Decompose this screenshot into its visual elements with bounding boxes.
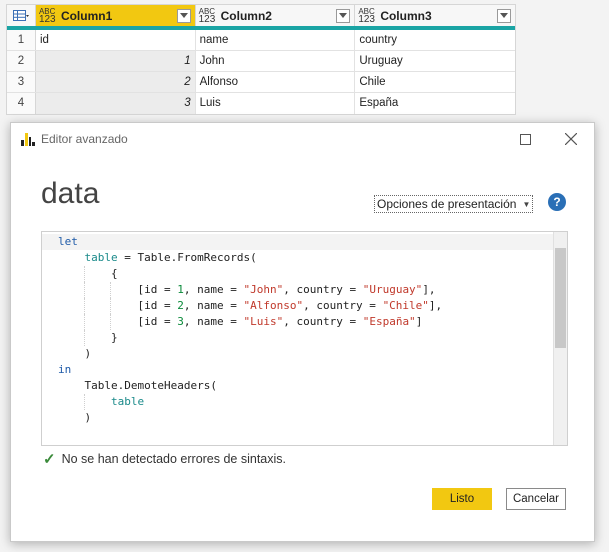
maximize-icon[interactable] bbox=[502, 123, 548, 155]
column-header-3[interactable]: ABC 123 Column3 bbox=[355, 5, 515, 26]
table-row[interactable]: 2 1 John Uruguay bbox=[7, 51, 515, 72]
code-line: let bbox=[42, 234, 553, 250]
data-grid: ABC 123 Column1 ABC 123 Column2 ABC 123 Col… bbox=[6, 4, 516, 115]
code-line: in bbox=[58, 363, 72, 376]
code-line: [id = 2, name = "Alfonso", country = "Ch… bbox=[42, 298, 553, 314]
code-line: ) bbox=[84, 411, 92, 424]
chevron-down-icon: ▼ bbox=[522, 199, 531, 209]
dropdown-icon[interactable] bbox=[336, 8, 351, 23]
done-button[interactable]: Listo bbox=[432, 488, 492, 510]
table-cell[interactable]: Luis bbox=[196, 93, 356, 114]
cancel-button[interactable]: Cancelar bbox=[506, 488, 566, 510]
status-text: No se han detectado errores de sintaxis. bbox=[61, 452, 287, 466]
display-options-label: Opciones de presentación bbox=[377, 197, 517, 211]
dropdown-icon[interactable] bbox=[497, 8, 511, 23]
minimize-icon[interactable] bbox=[456, 123, 502, 155]
editor-scrollbar[interactable] bbox=[553, 232, 567, 445]
query-name: data bbox=[41, 177, 100, 210]
grid-header: ABC 123 Column1 ABC 123 Column2 ABC 123 Col… bbox=[7, 5, 515, 30]
table-cell[interactable]: 2 bbox=[35, 72, 196, 92]
column-name: Column3 bbox=[380, 8, 432, 23]
display-options-dropdown[interactable]: Opciones de presentación ▼ bbox=[374, 195, 534, 213]
scrollbar-thumb[interactable] bbox=[555, 248, 566, 348]
table-cell[interactable]: Uruguay bbox=[355, 51, 515, 71]
code-line: ) bbox=[84, 347, 92, 360]
code-editor[interactable]: let table = Table.FromRecords( { [id = 1… bbox=[41, 231, 568, 446]
dialog-title: Editor avanzado bbox=[41, 132, 128, 146]
table-cell[interactable]: Chile bbox=[355, 72, 515, 92]
row-number: 4 bbox=[7, 93, 36, 114]
type-badge: ABC 123 bbox=[358, 6, 375, 25]
column-name: Column1 bbox=[60, 8, 113, 23]
close-icon[interactable] bbox=[548, 123, 594, 155]
code-line: } bbox=[42, 330, 553, 346]
table-row[interactable]: 3 2 Alfonso Chile bbox=[7, 72, 515, 93]
code-text[interactable]: let table = Table.FromRecords( { [id = 1… bbox=[42, 232, 553, 426]
row-number: 2 bbox=[7, 51, 36, 71]
help-icon[interactable]: ? bbox=[548, 193, 566, 211]
type-badge: ABC 123 bbox=[38, 6, 56, 25]
code-line: table bbox=[42, 394, 553, 410]
code-line: [id = 1, name = "John", country = "Urugu… bbox=[42, 282, 553, 298]
title-bar[interactable]: Editor avanzado bbox=[11, 123, 594, 155]
table-row[interactable]: 4 3 Luis España bbox=[7, 93, 515, 114]
table-cell[interactable]: country bbox=[355, 30, 515, 50]
row-number: 3 bbox=[7, 72, 36, 92]
code-line: { bbox=[42, 266, 553, 282]
code-line: Table.DemoteHeaders( bbox=[84, 379, 217, 392]
type-badge: ABC 123 bbox=[198, 6, 216, 25]
table-cell[interactable]: id bbox=[36, 30, 196, 50]
column-header-2[interactable]: ABC 123 Column2 bbox=[196, 5, 356, 26]
advanced-editor-dialog: Editor avanzado data Opciones de present… bbox=[10, 122, 595, 542]
column-name: Column2 bbox=[220, 8, 272, 23]
table-cell[interactable]: España bbox=[355, 93, 515, 114]
syntax-status: ✓ No se han detectado errores de sintaxi… bbox=[43, 450, 286, 468]
table-cell[interactable]: John bbox=[196, 51, 356, 71]
table-cell[interactable]: Alfonso bbox=[196, 72, 356, 92]
table-cell[interactable]: 3 bbox=[35, 93, 196, 114]
table-row[interactable]: 1 id name country bbox=[7, 30, 515, 51]
row-number: 1 bbox=[7, 30, 36, 50]
table-icon[interactable] bbox=[7, 5, 36, 26]
check-icon: ✓ bbox=[43, 451, 56, 468]
code-line: [id = 3, name = "Luis", country = "Españ… bbox=[42, 314, 553, 330]
dropdown-icon[interactable] bbox=[176, 8, 191, 23]
table-cell[interactable]: 1 bbox=[35, 51, 196, 71]
column-header-1[interactable]: ABC 123 Column1 bbox=[35, 5, 196, 26]
code-line: table = Table.FromRecords( bbox=[84, 251, 257, 264]
power-bi-icon bbox=[21, 132, 35, 146]
table-cell[interactable]: name bbox=[196, 30, 356, 50]
